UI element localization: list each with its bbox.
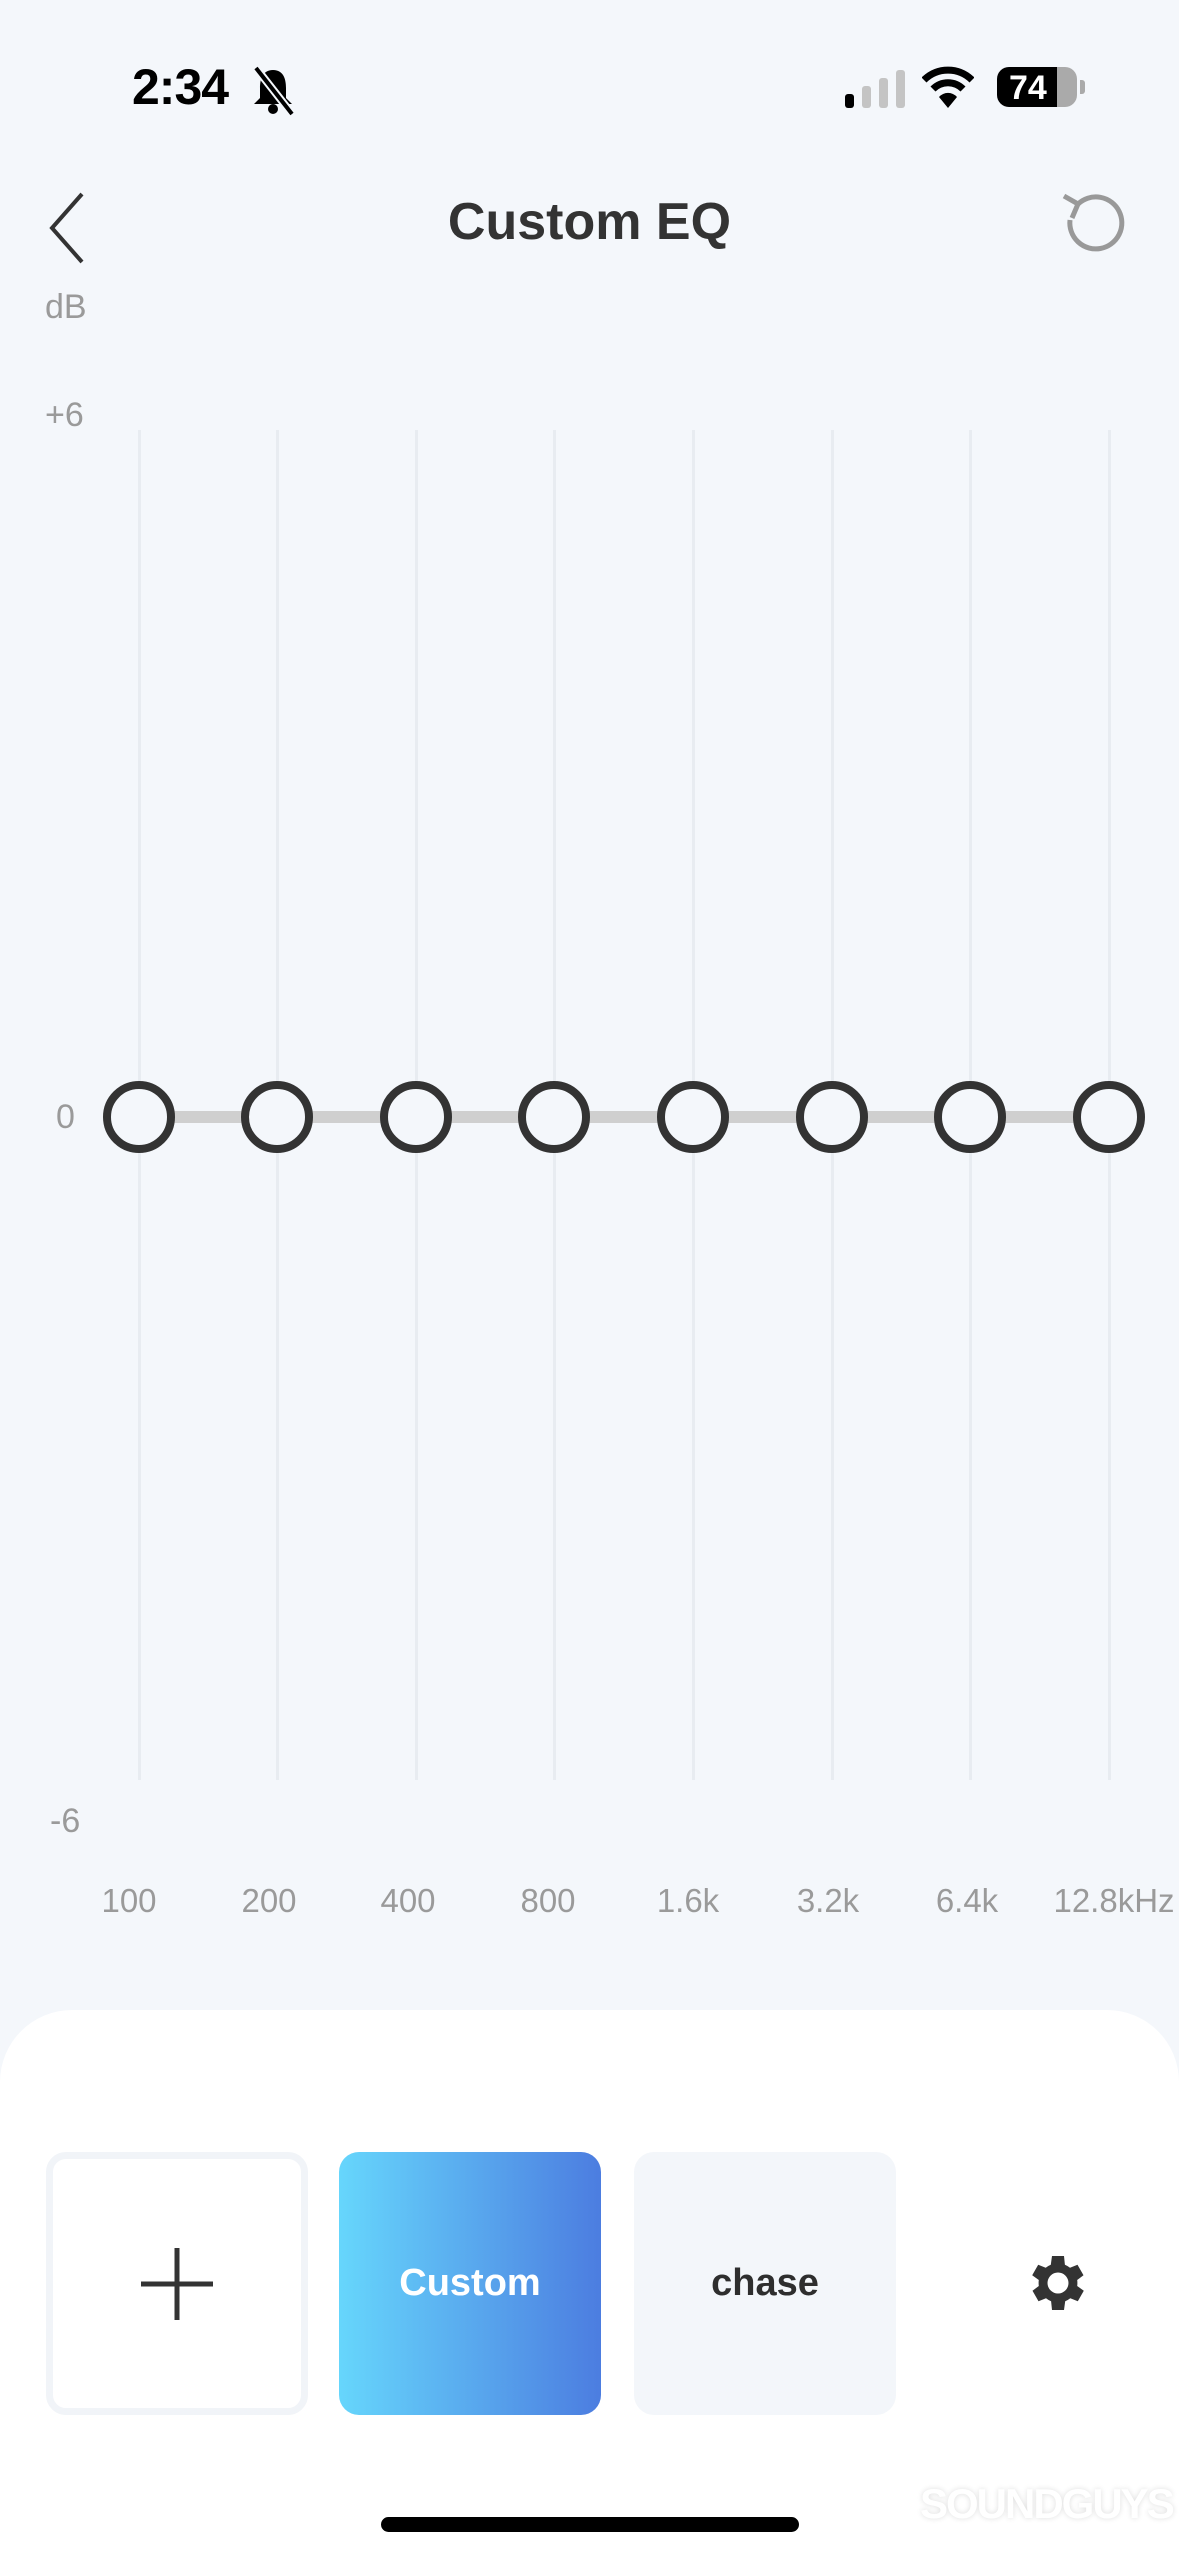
y-tick-min: -6 bbox=[50, 1802, 81, 1840]
band-handle-100[interactable] bbox=[103, 1081, 175, 1153]
band-handle-200[interactable] bbox=[241, 1081, 313, 1153]
preset-label: chase bbox=[711, 2262, 819, 2304]
home-indicator[interactable] bbox=[381, 2517, 799, 2532]
settings-button[interactable] bbox=[1022, 2247, 1094, 2319]
band-handle-800[interactable] bbox=[518, 1081, 590, 1153]
wifi-icon bbox=[922, 66, 974, 108]
band-label: 3.2k bbox=[796, 1882, 860, 1919]
preset-custom[interactable]: Custom bbox=[339, 2152, 601, 2415]
band-label: 200 bbox=[241, 1882, 297, 1919]
band-handle-400[interactable] bbox=[380, 1081, 452, 1153]
band-label: 1.6k bbox=[656, 1882, 720, 1919]
preset-chase[interactable]: chase bbox=[634, 2152, 896, 2415]
band-handle-12.8kHz[interactable] bbox=[1073, 1081, 1145, 1153]
status-time: 2:34 bbox=[132, 59, 229, 115]
cellular-signal-icon bbox=[845, 70, 905, 108]
page-title: Custom EQ bbox=[447, 193, 732, 251]
reset-button[interactable] bbox=[1058, 190, 1130, 262]
band-label: 12.8kHz bbox=[1053, 1882, 1175, 1919]
bell-slash-icon bbox=[252, 65, 296, 116]
plus-icon bbox=[141, 2247, 213, 2320]
watermark: SOUNDGUYS bbox=[920, 2480, 1175, 2527]
y-tick-zero: 0 bbox=[56, 1098, 75, 1136]
band-label: 400 bbox=[380, 1882, 436, 1919]
battery-tip bbox=[1080, 80, 1085, 94]
band-label: 800 bbox=[520, 1882, 576, 1919]
db-unit-label: dB bbox=[45, 288, 87, 326]
battery-level: 74 bbox=[1009, 69, 1047, 107]
battery-icon: 74 bbox=[997, 67, 1077, 107]
band-label: 6.4k bbox=[935, 1882, 999, 1919]
add-preset-button[interactable] bbox=[46, 2152, 308, 2415]
band-label: 100 bbox=[101, 1882, 157, 1919]
band-handle-1.6k[interactable] bbox=[657, 1081, 729, 1153]
band-handle-3.2k[interactable] bbox=[796, 1081, 868, 1153]
y-tick-max: +6 bbox=[45, 396, 84, 434]
band-handle-6.4k[interactable] bbox=[934, 1081, 1006, 1153]
preset-label: Custom bbox=[399, 2262, 541, 2304]
